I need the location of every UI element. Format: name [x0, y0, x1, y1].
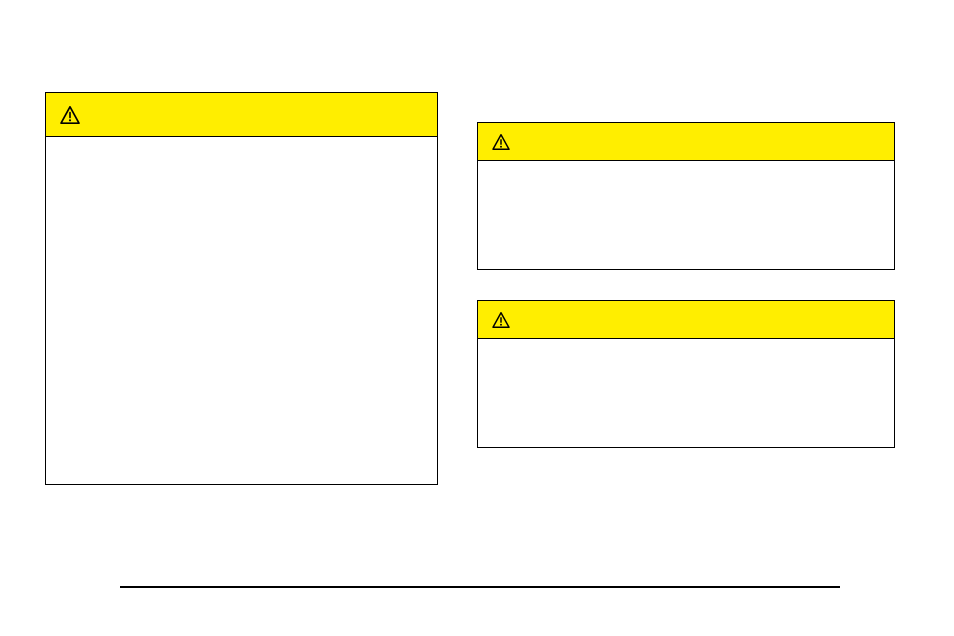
warning-panel-right-top	[477, 122, 895, 270]
warning-panel-right-bottom	[477, 300, 895, 448]
warning-panel-right-bottom-header	[478, 301, 894, 339]
footer-divider	[120, 586, 840, 588]
warning-panel-left	[45, 92, 438, 485]
warning-icon	[60, 106, 80, 124]
warning-icon	[492, 312, 510, 328]
warning-panel-right-top-header	[478, 123, 894, 161]
warning-icon	[492, 134, 510, 150]
warning-panel-left-header	[46, 93, 437, 137]
